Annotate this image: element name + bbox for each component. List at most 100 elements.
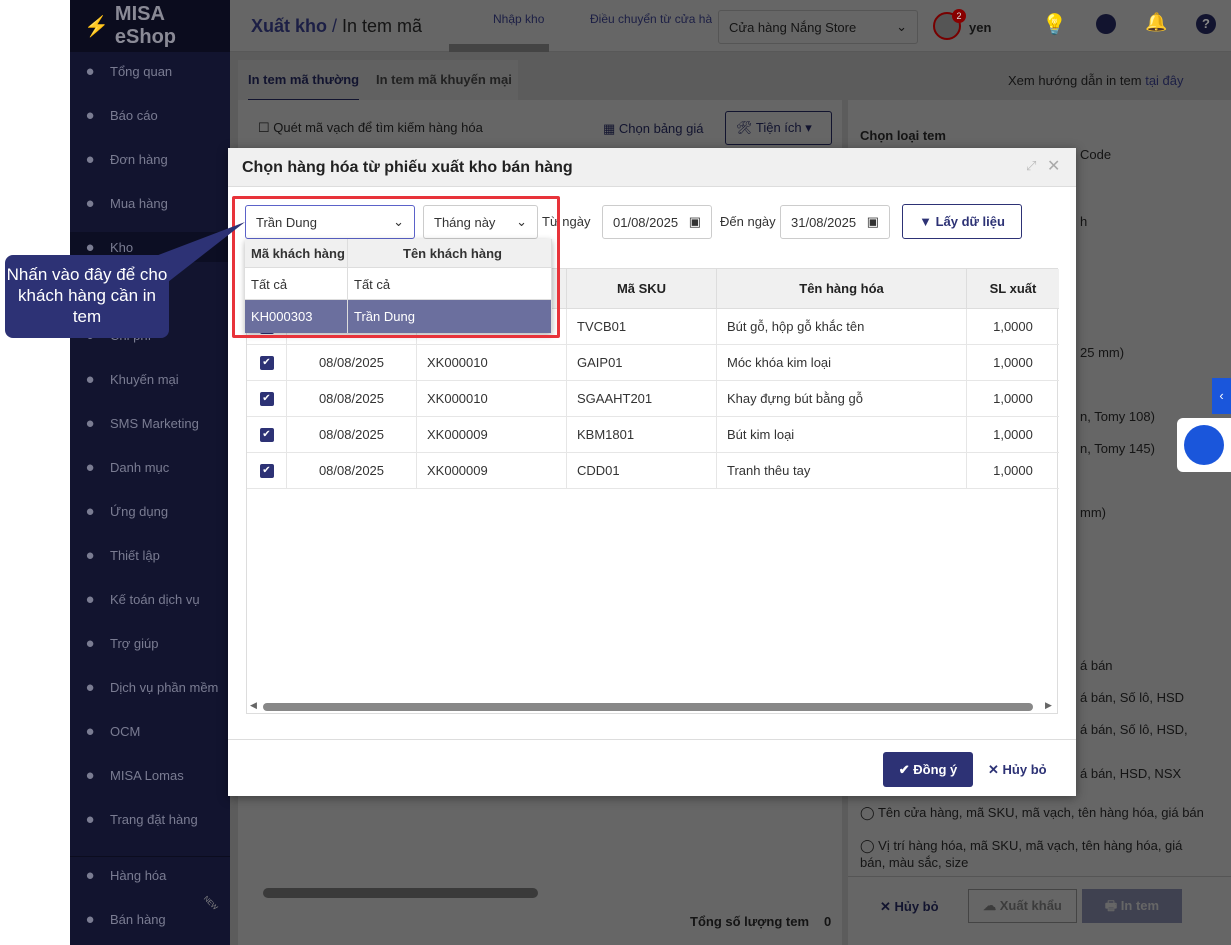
- fetch-data-button[interactable]: ▼ Lấy dữ liệu: [902, 204, 1022, 239]
- option-radio[interactable]: ◯ Vị trí hàng hóa, mã SKU, mã vạch, tên …: [860, 837, 1190, 871]
- cell-date: 08/08/2025: [287, 381, 417, 417]
- sidebar-item[interactable]: ● OCM: [70, 716, 230, 746]
- nav-nhap-kho[interactable]: Nhập kho: [493, 12, 544, 26]
- tab-promo[interactable]: In tem mã khuyến mại: [376, 72, 512, 87]
- sidebar-item[interactable]: ● SMS Marketing: [70, 408, 230, 438]
- truck-icon: ●: [85, 150, 95, 168]
- sidebar-item[interactable]: ● Dịch vụ phần mềm: [70, 672, 230, 702]
- sidebar-bottom-item[interactable]: ● Hàng hóa: [70, 860, 230, 890]
- logo[interactable]: ⚡ MISA eShop: [70, 0, 230, 52]
- phone-icon: ●: [85, 414, 95, 432]
- label-option-text: mm): [1080, 505, 1106, 520]
- price-list-button[interactable]: ▦ Chọn bảng giá: [603, 121, 703, 137]
- cell-sku: SGAAHT201: [567, 381, 717, 417]
- label-option-text: n, Tomy 145): [1080, 441, 1155, 456]
- sidebar-item[interactable]: ● Danh mục: [70, 452, 230, 482]
- cell-name: Bút kim loại: [717, 417, 967, 453]
- sidebar-item[interactable]: ● Kế toán dịch vụ: [70, 584, 230, 614]
- annotation-callout: Nhấn vào đây để cho khách hàng cần in te…: [5, 255, 169, 338]
- print-button[interactable]: 🖶 In tem: [1082, 889, 1182, 923]
- sidebar-item[interactable]: ● Tổng quan: [70, 56, 230, 86]
- col-name[interactable]: Tên hàng hóa: [717, 269, 967, 309]
- table-h-scrollbar[interactable]: [263, 703, 1033, 711]
- h-scrollbar[interactable]: [263, 888, 538, 898]
- utilities-button[interactable]: 🛠 Tiện ích ▾: [725, 111, 832, 145]
- sidebar-item[interactable]: ● Trợ giúp: [70, 628, 230, 658]
- cell-qty: 1,0000: [967, 381, 1059, 417]
- cell-qty: 1,0000: [967, 417, 1059, 453]
- export-button[interactable]: ☁ Xuất khẩu: [968, 889, 1077, 923]
- pie-chart-icon: ●: [85, 106, 95, 124]
- sidebar-item[interactable]: ● Báo cáo: [70, 100, 230, 130]
- sales-icon: ●: [85, 910, 95, 928]
- idea-icon[interactable]: 💡: [1042, 12, 1067, 37]
- tab-normal[interactable]: In tem mã thường: [248, 72, 360, 101]
- gift-icon: ●: [85, 370, 95, 388]
- expand-icon[interactable]: ⤢: [1026, 158, 1036, 174]
- sidebar-item[interactable]: ● Đơn hàng: [70, 144, 230, 174]
- sidebar-item[interactable]: ● Khuyến mại: [70, 364, 230, 394]
- col-qty[interactable]: SL xuất: [967, 269, 1059, 309]
- confirm-button[interactable]: ✔ Đồng ý: [883, 752, 973, 787]
- basket-icon: ●: [85, 810, 95, 828]
- warehouse-icon: ●: [85, 238, 95, 256]
- cell-doc: XK000009: [417, 453, 567, 489]
- row-checkbox[interactable]: ✔: [247, 453, 287, 489]
- check-icon: ✔: [259, 355, 274, 370]
- cell-date: 08/08/2025: [287, 453, 417, 489]
- row-checkbox[interactable]: ✔: [247, 345, 287, 381]
- page-title: Xuất kho / In tem mã: [251, 16, 423, 36]
- sidebar-item[interactable]: ● Ứng dụng: [70, 496, 230, 526]
- sidebar-bottom-item[interactable]: ● Bán hàng: [70, 904, 230, 934]
- help-icon[interactable]: ?: [1196, 14, 1216, 34]
- scroll-left-icon[interactable]: ◀: [250, 700, 257, 711]
- help-icon: ●: [85, 634, 95, 652]
- store-select[interactable]: Cửa hàng Nắng Store ⌄: [718, 10, 918, 44]
- bell-icon[interactable]: 🔔: [1145, 12, 1167, 33]
- cell-name: Móc khóa kim loại: [717, 345, 967, 381]
- from-date-input[interactable]: 01/08/2025 ▣: [602, 205, 712, 239]
- sidebar: ⚡ MISA eShop ● Tổng quan ● Báo cáo ● Đơn hàng ●…: [70, 0, 230, 945]
- topbar: Xuất kho / In tem mã Nhập kho Điều chuyể…: [230, 0, 1231, 52]
- total-value: 0: [824, 914, 832, 929]
- scroll-right-icon[interactable]: ▶: [1045, 700, 1052, 711]
- option-radio[interactable]: ◯ Tên cửa hàng, mã SKU, mã vạch, tên hàn…: [860, 805, 1220, 821]
- cell-doc: XK000010: [417, 345, 567, 381]
- x-icon: ✕: [988, 762, 999, 777]
- total-label: Tổng số lượng tem: [690, 914, 810, 929]
- check-icon: ✔: [259, 427, 274, 442]
- cell-qty: 1,0000: [967, 453, 1059, 489]
- close-icon[interactable]: ✕: [1047, 156, 1060, 176]
- apps-icon: ●: [85, 502, 95, 520]
- collapse-tab[interactable]: ‹: [1212, 378, 1231, 414]
- col-sku[interactable]: Mã SKU: [567, 269, 717, 309]
- cell-qty: 1,0000: [967, 345, 1059, 381]
- sidebar-item[interactable]: ● MISA Lomas: [70, 760, 230, 790]
- messenger-icon[interactable]: [1096, 14, 1116, 34]
- row-checkbox[interactable]: ✔: [247, 417, 287, 453]
- label-option-text: á bán, HSD, NSX: [1080, 766, 1182, 781]
- label-option-text: á bán, Số lô, HSD: [1080, 690, 1185, 705]
- gear-icon: ●: [85, 546, 95, 564]
- chatbot-button[interactable]: [1177, 418, 1231, 472]
- dashboard-icon: ●: [85, 62, 95, 80]
- scan-checkbox[interactable]: ☐ Quét mã vạch để tìm kiếm hàng hóa: [258, 120, 483, 136]
- nav-dieu-chuyen[interactable]: Điều chuyển từ cửa hàng: [590, 12, 712, 26]
- sidebar-item[interactable]: ● Mua hàng: [70, 188, 230, 218]
- row-checkbox[interactable]: ✔: [247, 381, 287, 417]
- modal-title: Chọn hàng hóa từ phiếu xuất kho bán hàng: [242, 159, 573, 176]
- ocm-icon: ●: [85, 722, 95, 740]
- cell-sku: KBM1801: [567, 417, 717, 453]
- modal-cancel-button[interactable]: ✕ Hủy bỏ: [988, 762, 1047, 778]
- sidebar-item[interactable]: ● Thiết lập: [70, 540, 230, 570]
- layers-icon: ●: [85, 766, 95, 784]
- guide-link[interactable]: tại đây: [1145, 73, 1183, 88]
- cell-qty: 1,0000: [967, 309, 1059, 345]
- cell-date: 08/08/2025: [287, 345, 417, 381]
- sidebar-item[interactable]: ● Trang đặt hàng: [70, 804, 230, 834]
- label-option-text: 25 mm): [1080, 345, 1125, 360]
- username[interactable]: yen: [969, 20, 991, 35]
- to-date-input[interactable]: 31/08/2025 ▣: [780, 205, 890, 239]
- cancel-button[interactable]: ✕ Hủy bỏ: [880, 899, 939, 915]
- cell-sku: TVCB01: [567, 309, 717, 345]
